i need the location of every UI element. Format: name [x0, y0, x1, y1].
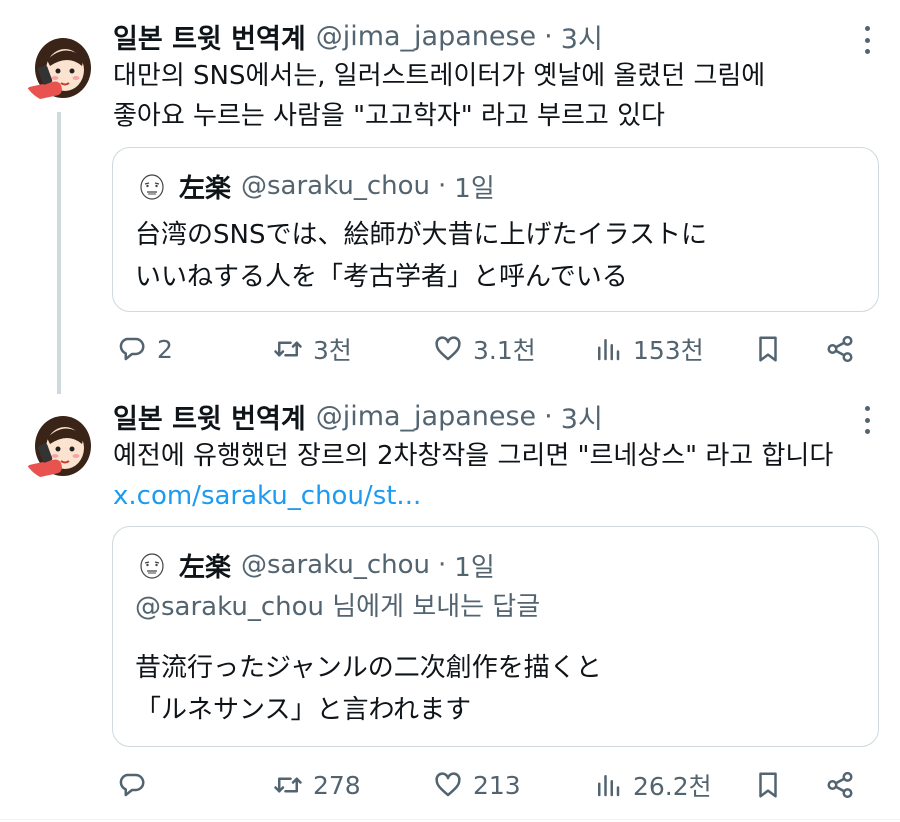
tweet-time[interactable]: 3시: [561, 17, 603, 56]
like-button[interactable]: 3.1천: [433, 327, 536, 371]
retweet-count: 278: [313, 770, 361, 800]
quote-text-line: 「ルネサンス」と言われます: [135, 695, 472, 725]
like-button[interactable]: 213: [433, 763, 521, 807]
tweet-time[interactable]: 3시: [561, 397, 603, 436]
bookmark-icon: [759, 772, 777, 798]
like-count: 3.1천: [473, 336, 536, 365]
action-bar: 278 213 26.2천: [113, 763, 873, 807]
quote-time[interactable]: 1일: [454, 547, 494, 584]
quoted-tweet[interactable]: 左楽 @saraku_chou · 1일 台湾のSNSでは、絵師が大昔に上げたイ…: [112, 147, 879, 312]
bar-chart-icon: [598, 339, 620, 361]
tweet-text-line: 대만의 SNS에서는, 일러스트레이터가 옛날에 올렸던 그림에: [113, 61, 766, 91]
separator-dot: ·: [438, 550, 447, 580]
retweet-arrows-icon: [274, 777, 302, 793]
speech-bubble-icon: [119, 773, 145, 797]
reply-count: 2: [157, 334, 173, 364]
quote-author-name[interactable]: 左楽: [179, 547, 231, 584]
quote-text: 昔流行ったジャンルの二次創作を描くと 「ルネサンス」と言われます: [135, 647, 602, 731]
separator-dot: ·: [544, 400, 553, 432]
more-options-icon[interactable]: [862, 406, 872, 434]
face-sketch-icon: [140, 553, 164, 579]
quote-avatar: [137, 172, 167, 202]
tweet-link[interactable]: x.com/saraku_chou/st...: [113, 476, 421, 516]
quote-time[interactable]: 1일: [454, 168, 494, 205]
quote-text-line: 台湾のSNSでは、絵師が大昔に上げたイラストに: [135, 220, 707, 250]
author-handle[interactable]: @jima_japanese: [316, 401, 536, 432]
avatar-illustration-icon: [26, 416, 91, 479]
quote-avatar: [137, 551, 167, 581]
retweet-button[interactable]: 278: [273, 763, 361, 807]
separator-dot: ·: [438, 171, 447, 201]
avatar[interactable]: [20, 404, 98, 482]
author-name[interactable]: 일본 트윗 번역계: [113, 397, 306, 436]
quote-text-line: いいねする人を「考古学者」と呼んでいる: [135, 262, 628, 292]
author-name[interactable]: 일본 트윗 번역계: [113, 17, 306, 56]
tweet-header: 일본 트윗 번역계 @jima_japanese · 3시: [113, 396, 603, 436]
like-count: 213: [473, 770, 521, 800]
share-button[interactable]: [825, 763, 855, 807]
retweet-count: 3천: [313, 336, 352, 365]
heart-icon: [435, 336, 461, 361]
bookmark-button[interactable]: [753, 327, 783, 371]
share-button[interactable]: [825, 327, 855, 371]
quote-header: 左楽 @saraku_chou · 1일: [179, 166, 495, 206]
tweet-text-line: 좋아요 누르는 사람을 "고고학자" 라고 부르고 있다: [113, 101, 665, 131]
quoted-tweet[interactable]: 左楽 @saraku_chou · 1일 @saraku_chou 님에게 보내…: [112, 526, 879, 747]
quote-author-handle[interactable]: @saraku_chou: [241, 550, 430, 580]
retweet-button[interactable]: 3천: [273, 327, 352, 371]
speech-bubble-icon: [119, 337, 145, 361]
reply-button[interactable]: 2: [117, 327, 173, 371]
heart-icon: [435, 772, 461, 797]
separator-dot: ·: [544, 20, 553, 52]
views-button[interactable]: 153천: [593, 327, 704, 371]
quote-header: 左楽 @saraku_chou · 1일: [179, 545, 495, 585]
action-bar: 2 3천 3.1천 153천: [113, 327, 873, 371]
face-sketch-icon: [140, 174, 164, 200]
retweet-arrows-icon: [274, 341, 302, 357]
avatar[interactable]: [20, 26, 98, 104]
quote-reply-context: @saraku_chou 님에게 보내는 답글: [135, 592, 541, 622]
author-handle[interactable]: @jima_japanese: [316, 21, 536, 52]
bookmark-icon: [759, 336, 777, 362]
quote-text-line: 昔流行ったジャンルの二次創作を描くと: [135, 653, 602, 683]
quote-author-name[interactable]: 左楽: [179, 168, 231, 205]
share-nodes-icon: [827, 335, 853, 363]
thread-connector-line: [57, 112, 61, 394]
reply-button[interactable]: [117, 763, 157, 807]
tweet-text: 예전에 유행했던 장르의 2차창작을 그리면 "르네상스" 라고 합니다: [113, 436, 833, 476]
quote-author-handle[interactable]: @saraku_chou: [241, 171, 430, 201]
tweet[interactable]: 일본 트윗 번역계 @jima_japanese · 3시 예전에 유행했던 장…: [0, 390, 900, 822]
tweet-text: 대만의 SNS에서는, 일러스트레이터가 옛날에 올렸던 그림에 좋아요 누르는…: [113, 56, 765, 136]
feed-divider: [0, 819, 900, 820]
more-options-icon[interactable]: [862, 26, 872, 54]
avatar-illustration-icon: [26, 38, 91, 101]
quote-text: 台湾のSNSでは、絵師が大昔に上げたイラストに いいねする人を「考古学者」と呼ん…: [135, 214, 707, 298]
bar-chart-icon: [598, 775, 620, 797]
tweet[interactable]: 일본 트윗 번역계 @jima_japanese · 3시 대만의 SNS에서는…: [0, 0, 900, 394]
views-button[interactable]: 26.2천: [593, 763, 712, 807]
view-count: 153천: [633, 336, 704, 365]
tweet-text-line: 예전에 유행했던 장르의 2차창작을 그리면 "르네상스" 라고 합니다: [113, 441, 834, 471]
tweet-header: 일본 트윗 번역계 @jima_japanese · 3시: [113, 16, 603, 56]
view-count: 26.2천: [633, 772, 712, 801]
share-nodes-icon: [827, 771, 853, 799]
bookmark-button[interactable]: [753, 763, 783, 807]
